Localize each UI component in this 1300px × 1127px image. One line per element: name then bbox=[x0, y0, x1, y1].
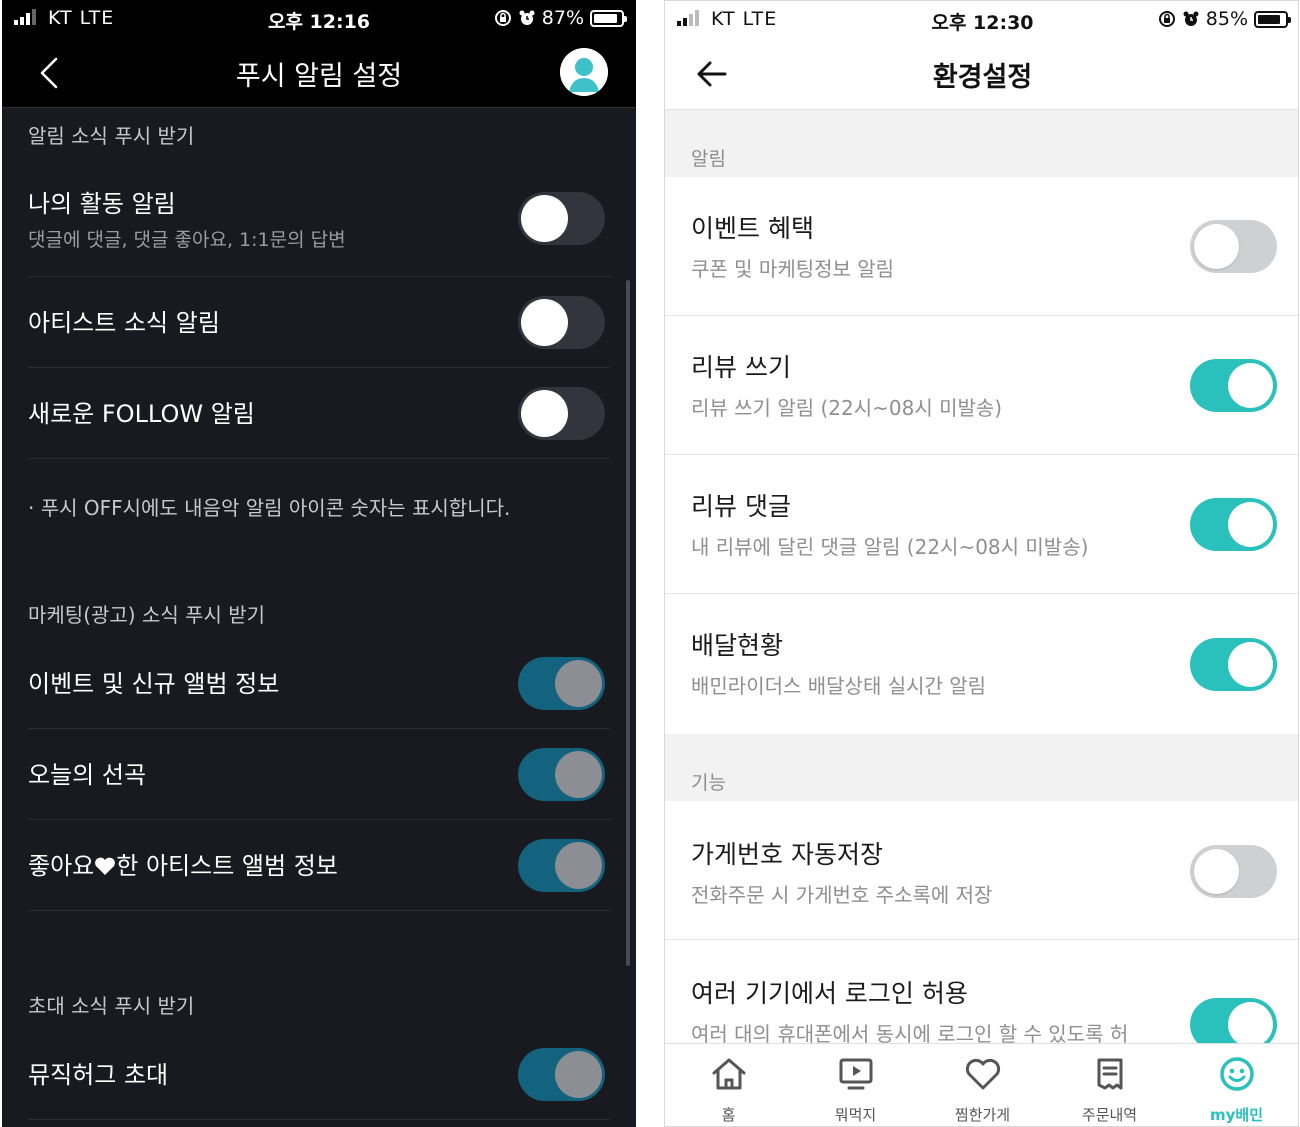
alarm-icon bbox=[519, 10, 535, 25]
page-title: 푸시 알림 설정 bbox=[235, 61, 403, 92]
setting-row-store-number: 가게번호 자동저장 전화주문 시 가게번호 주소록에 저장 bbox=[665, 801, 1298, 939]
section-header-marketing: 마케팅(광고) 소식 푸시 받기 bbox=[28, 603, 266, 627]
toggle-liked-artist[interactable] bbox=[518, 839, 605, 892]
heart-icon bbox=[95, 857, 116, 875]
toggle-delivery[interactable] bbox=[1190, 638, 1277, 691]
info-note: · 푸시 OFF시에도 내음악 알림 아이콘 숫자는 표시합니다. bbox=[28, 496, 511, 520]
tab-favorites[interactable]: 찜한가게 bbox=[919, 1044, 1046, 1126]
setting-label: 나의 활동 알림 bbox=[28, 190, 176, 218]
status-bar: KT LTE 오후 12:30 85% bbox=[665, 1, 1298, 37]
home-icon bbox=[712, 1058, 745, 1090]
setting-row-event-benefit: 이벤트 혜택 쿠폰 및 마케팅정보 알림 bbox=[665, 177, 1298, 315]
battery-icon bbox=[590, 9, 627, 27]
toggle-review-comment[interactable] bbox=[1190, 498, 1277, 551]
tab-home[interactable]: 홈 bbox=[665, 1044, 792, 1126]
tab-orders[interactable]: 주문내역 bbox=[1046, 1044, 1173, 1126]
setting-label: 배달현황 bbox=[691, 631, 784, 660]
divider bbox=[28, 1119, 610, 1120]
setting-row-review-comment: 리뷰 댓글 내 리뷰에 달린 댓글 알림 (22시~08시 미발송) bbox=[665, 455, 1298, 593]
setting-label: 새로운 FOLLOW 알림 bbox=[28, 400, 255, 428]
section-header-features: 기능 bbox=[691, 772, 726, 794]
setting-label: 이벤트 및 신규 앨범 정보 bbox=[28, 670, 280, 698]
battery-icon bbox=[1254, 10, 1291, 28]
setting-row-artist: 아티스트 소식 알림 bbox=[2, 277, 636, 367]
setting-row-review-write: 리뷰 쓰기 리뷰 쓰기 알림 (22시~08시 미발송) bbox=[665, 316, 1298, 454]
setting-row-musichug: 뮤직허그 초대 bbox=[2, 1029, 636, 1119]
alarm-icon bbox=[1183, 11, 1199, 26]
profile-icon bbox=[560, 48, 608, 96]
bottom-tab-bar: 홈 뭐먹지 찜한가게 주문내역 my배민 bbox=[665, 1043, 1298, 1126]
right-phone-screen: KT LTE 오후 12:30 85% 환경설정 알림 이벤트 혜택 쿠폰 및 … bbox=[664, 0, 1299, 1127]
divider bbox=[28, 910, 610, 911]
battery-percent: 87% bbox=[541, 7, 584, 29]
setting-row-event: 이벤트 및 신규 앨범 정보 bbox=[2, 638, 636, 728]
toggle-event[interactable] bbox=[518, 657, 605, 710]
setting-description: 댓글에 댓글, 댓글 좋아요, 1:1문의 답변 bbox=[28, 229, 346, 251]
smiley-icon bbox=[1219, 1057, 1254, 1091]
tab-my-baemin[interactable]: my배민 bbox=[1173, 1044, 1298, 1126]
left-phone-screen: KT LTE 오후 12:16 87% 푸시 알림 설정 알림 소식 푸시 받기… bbox=[2, 0, 636, 1127]
divider bbox=[28, 458, 610, 459]
play-screen-icon bbox=[839, 1058, 872, 1090]
setting-row-activity: 나의 활동 알림 댓글에 댓글, 댓글 좋아요, 1:1문의 답변 bbox=[2, 170, 636, 276]
receipt-icon bbox=[1097, 1058, 1122, 1090]
section-header-invite: 초대 소식 푸시 받기 bbox=[28, 994, 195, 1018]
nav-header: 푸시 알림 설정 bbox=[2, 36, 636, 108]
tab-what-to-eat[interactable]: 뭐먹지 bbox=[792, 1044, 919, 1126]
toggle-musichug[interactable] bbox=[518, 1048, 605, 1101]
setting-row-multi-login: 여러 기기에서 로그인 허용 여러 대의 휴대폰에서 동시에 로그인 할 수 있… bbox=[665, 940, 1298, 1051]
rotation-lock-icon bbox=[1158, 11, 1175, 27]
setting-description: 리뷰 쓰기 알림 (22시~08시 미발송) bbox=[691, 396, 1003, 420]
toggle-review-write[interactable] bbox=[1190, 359, 1277, 412]
setting-label: 리뷰 쓰기 bbox=[691, 353, 791, 382]
setting-row-today: 오늘의 선곡 bbox=[2, 729, 636, 819]
toggle-follow[interactable] bbox=[518, 387, 605, 440]
battery-percent: 85% bbox=[1205, 8, 1248, 30]
setting-row-liked-artist: 좋아요 한 아티스트 앨범 정보 bbox=[2, 820, 636, 910]
setting-description: 전화주문 시 가게번호 주소록에 저장 bbox=[691, 883, 993, 907]
scrollbar[interactable] bbox=[626, 280, 630, 966]
setting-label: 뮤직허그 초대 bbox=[28, 1061, 169, 1089]
setting-label: 이벤트 혜택 bbox=[691, 214, 814, 243]
setting-description: 쿠폰 및 마케팅정보 알림 bbox=[691, 257, 895, 281]
page-title: 환경설정 bbox=[932, 62, 1033, 93]
setting-label: 리뷰 댓글 bbox=[691, 492, 791, 521]
setting-row-follow: 새로운 FOLLOW 알림 bbox=[2, 368, 636, 458]
status-bar: KT LTE 오후 12:16 87% bbox=[2, 0, 636, 36]
setting-description: 내 리뷰에 달린 댓글 알림 (22시~08시 미발송) bbox=[691, 535, 1089, 559]
toggle-artist[interactable] bbox=[518, 296, 605, 349]
setting-description: 배민라이더스 배달상태 실시간 알림 bbox=[691, 674, 987, 698]
toggle-today[interactable] bbox=[518, 748, 605, 801]
setting-label: 오늘의 선곡 bbox=[28, 761, 147, 789]
avatar[interactable] bbox=[560, 48, 608, 96]
toggle-store-number[interactable] bbox=[1190, 845, 1277, 898]
setting-label: 여러 기기에서 로그인 허용 bbox=[691, 979, 968, 1008]
toggle-event-benefit[interactable] bbox=[1190, 220, 1277, 273]
nav-header: 환경설정 bbox=[665, 37, 1298, 110]
section-header-alerts: 알림 bbox=[691, 148, 726, 170]
setting-label: 좋아요 한 아티스트 앨범 정보 bbox=[28, 852, 338, 880]
toggle-activity[interactable] bbox=[518, 192, 605, 245]
setting-row-delivery: 배달현황 배민라이더스 배달상태 실시간 알림 bbox=[665, 594, 1298, 734]
section-header-push: 알림 소식 푸시 받기 bbox=[28, 124, 195, 148]
heart-icon bbox=[965, 1058, 1000, 1090]
rotation-lock-icon bbox=[494, 10, 511, 26]
setting-label: 아티스트 소식 알림 bbox=[28, 309, 220, 337]
setting-label: 가게번호 자동저장 bbox=[691, 840, 883, 869]
